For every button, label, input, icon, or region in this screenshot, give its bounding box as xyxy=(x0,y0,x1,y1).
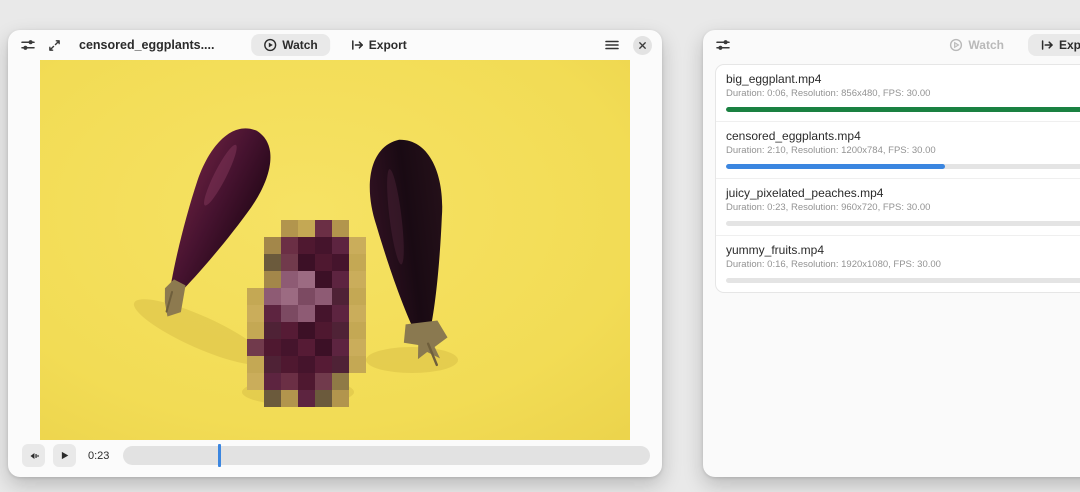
file-progress-track xyxy=(726,221,1080,226)
time-label: 0:23 xyxy=(88,450,109,462)
seekbar[interactable] xyxy=(123,446,650,465)
playback-controls: 0:23 xyxy=(8,440,662,471)
pixelated-eggplant xyxy=(247,220,366,407)
export-button-label: Export xyxy=(1059,38,1080,52)
tune-icon xyxy=(715,37,731,53)
player-window: censored_eggplants.... Watch Export xyxy=(8,30,662,477)
hamburger-menu-icon xyxy=(605,39,619,51)
file-progress-fill xyxy=(726,107,1080,112)
volume-button[interactable] xyxy=(22,444,45,467)
tune-button[interactable] xyxy=(18,35,38,55)
expand-icon xyxy=(48,39,61,52)
watch-button[interactable]: Watch xyxy=(251,34,330,56)
watch-button-disabled[interactable]: Watch xyxy=(937,34,1016,56)
watch-button-label: Watch xyxy=(282,38,318,52)
export-button-label: Export xyxy=(369,38,407,52)
queue-window: Watch Export big_eggplant.mp4 Duration: … xyxy=(703,30,1080,477)
desktop: censored_eggplants.... Watch Export xyxy=(0,0,1080,492)
play-icon xyxy=(59,449,70,462)
file-list-item[interactable]: juicy_pixelated_peaches.mp4 Duration: 0:… xyxy=(716,178,1080,235)
play-button[interactable] xyxy=(53,444,76,467)
file-name: big_eggplant.mp4 xyxy=(726,72,1080,87)
file-meta: Duration: 0:16, Resolution: 1920x1080, F… xyxy=(726,259,1080,271)
play-circle-icon xyxy=(263,38,277,52)
watch-button-label: Watch xyxy=(968,38,1004,52)
tune-icon xyxy=(20,37,36,53)
close-icon xyxy=(639,41,646,50)
player-window-title: censored_eggplants.... xyxy=(79,38,214,52)
file-name: censored_eggplants.mp4 xyxy=(726,129,1080,144)
file-progress-track xyxy=(726,278,1080,283)
file-name: yummy_fruits.mp4 xyxy=(726,243,1080,258)
file-progress-fill xyxy=(726,164,945,169)
close-button[interactable] xyxy=(633,36,652,55)
file-progress-track xyxy=(726,107,1080,112)
file-list: big_eggplant.mp4 Duration: 0:06, Resolut… xyxy=(715,64,1080,293)
tune-button[interactable] xyxy=(713,35,733,55)
export-icon xyxy=(350,38,364,52)
file-meta: Duration: 2:10, Resolution: 1200x784, FP… xyxy=(726,145,1080,157)
file-name: juicy_pixelated_peaches.mp4 xyxy=(726,186,1080,201)
file-list-item[interactable]: big_eggplant.mp4 Duration: 0:06, Resolut… xyxy=(716,65,1080,121)
volume-icon xyxy=(28,449,39,463)
export-button[interactable]: Export xyxy=(1028,34,1080,56)
menu-button[interactable] xyxy=(603,37,621,53)
video-frame xyxy=(40,60,630,440)
seek-cursor[interactable] xyxy=(218,444,221,467)
file-meta: Duration: 0:23, Resolution: 960x720, FPS… xyxy=(726,202,1080,214)
player-titlebar: censored_eggplants.... Watch Export xyxy=(8,30,662,60)
queue-titlebar: Watch Export xyxy=(703,30,1080,60)
file-list-item[interactable]: censored_eggplants.mp4 Duration: 2:10, R… xyxy=(716,121,1080,178)
export-button[interactable]: Export xyxy=(338,34,419,56)
file-progress-track xyxy=(726,164,1080,169)
file-meta: Duration: 0:06, Resolution: 856x480, FPS… xyxy=(726,88,1080,100)
file-list-item[interactable]: yummy_fruits.mp4 Duration: 0:16, Resolut… xyxy=(716,235,1080,292)
export-icon xyxy=(1040,38,1054,52)
play-circle-icon xyxy=(949,38,963,52)
expand-button[interactable] xyxy=(46,37,63,54)
